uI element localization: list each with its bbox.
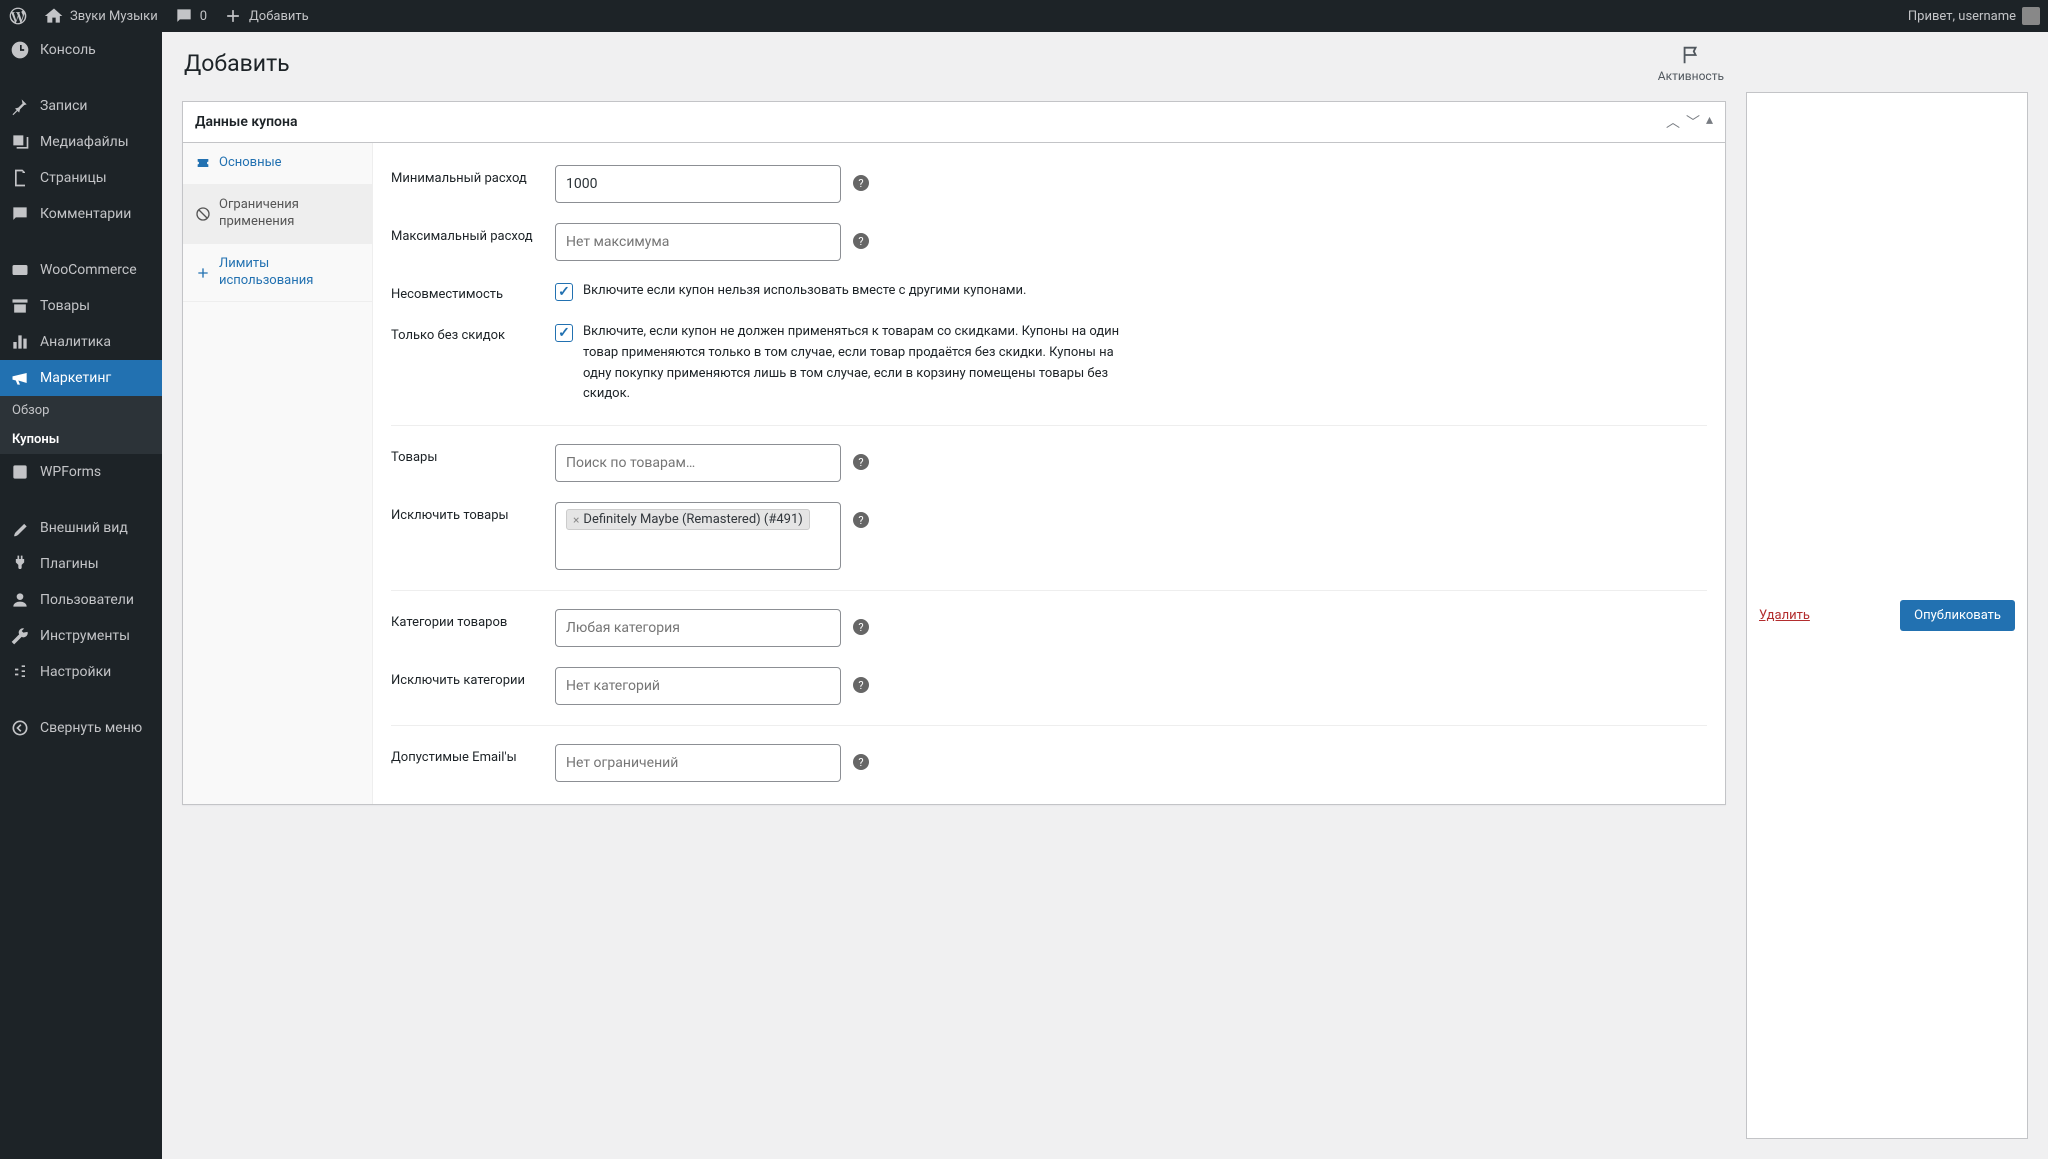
panel-down-icon[interactable]: ﹀	[1686, 112, 1700, 132]
panel-up-icon[interactable]: ︿	[1666, 112, 1680, 132]
user-greeting[interactable]: Привет, username	[1908, 7, 2040, 25]
exclude-products-label: Исключить товары	[391, 502, 539, 523]
tab-limits[interactable]: Лимиты использования	[183, 244, 372, 303]
pin-icon	[10, 96, 30, 116]
emails-input[interactable]	[555, 744, 841, 782]
panel-title: Данные купона	[195, 114, 297, 130]
help-icon[interactable]: ?	[853, 175, 869, 191]
media-icon	[10, 132, 30, 152]
comments-link[interactable]: 0	[174, 6, 207, 26]
publish-box: Удалить Опубликовать	[1746, 92, 2028, 1139]
user-icon	[10, 590, 30, 610]
tag-remove-icon[interactable]: ×	[573, 513, 579, 527]
product-tag: × Definitely Maybe (Remastered) (#491)	[566, 509, 810, 530]
home-icon	[44, 6, 64, 26]
sale-only-checkbox[interactable]	[555, 324, 573, 342]
incompat-text: Включите если купон нельзя использовать …	[583, 281, 1027, 302]
admin-toolbar: Звуки Музыки 0 Добавить Привет, username	[0, 0, 2048, 32]
chart-icon	[10, 332, 30, 352]
sidebar-collapse[interactable]: Свернуть меню	[0, 710, 162, 746]
sidebar-posts[interactable]: Записи	[0, 88, 162, 124]
comments-count: 0	[200, 9, 207, 24]
max-spend-input[interactable]	[555, 223, 841, 261]
site-home[interactable]: Звуки Музыки	[44, 6, 158, 26]
greeting-text: Привет, username	[1908, 9, 2016, 24]
sidebar-users[interactable]: Пользователи	[0, 582, 162, 618]
exclude-products-select[interactable]: × Definitely Maybe (Remastered) (#491)	[555, 502, 841, 570]
help-icon[interactable]: ?	[853, 677, 869, 693]
sidebar-appearance[interactable]: Внешний вид	[0, 510, 162, 546]
comment-icon	[10, 204, 30, 224]
min-spend-label: Минимальный расход	[391, 165, 539, 186]
sidebar-products[interactable]: Товары	[0, 288, 162, 324]
sidebar-woocommerce[interactable]: WooCommerce	[0, 252, 162, 288]
tab-general[interactable]: Основные	[183, 143, 372, 185]
sale-only-text: Включите, если купон не должен применять…	[583, 322, 1143, 405]
activity-button[interactable]: Активность	[1658, 44, 1724, 83]
settings-icon	[10, 662, 30, 682]
sidebar-analytics[interactable]: Аналитика	[0, 324, 162, 360]
incompat-label: Несовместимость	[391, 281, 539, 302]
add-new-label: Добавить	[249, 9, 309, 24]
sidebar-tools[interactable]: Инструменты	[0, 618, 162, 654]
panel-toggle-icon[interactable]: ▴	[1706, 112, 1713, 132]
sidebar-wpforms[interactable]: WPForms	[0, 454, 162, 490]
publish-button[interactable]: Опубликовать	[1900, 600, 2015, 631]
categories-select[interactable]: Любая категория	[555, 609, 841, 647]
exclude-categories-select[interactable]: Нет категорий	[555, 667, 841, 705]
page-icon	[10, 168, 30, 188]
wrench-icon	[10, 626, 30, 646]
megaphone-icon	[10, 368, 30, 388]
incompat-checkbox[interactable]	[555, 283, 573, 301]
help-icon[interactable]: ?	[853, 233, 869, 249]
woo-icon	[10, 260, 30, 280]
add-new[interactable]: Добавить	[223, 6, 309, 26]
sidebar-marketing-coupons[interactable]: Купоны	[0, 425, 162, 454]
wp-logo[interactable]	[8, 6, 28, 26]
wordpress-icon	[8, 6, 28, 26]
avatar	[2022, 7, 2040, 25]
sale-only-label: Только без скидок	[391, 322, 539, 343]
exclude-categories-label: Исключить категории	[391, 667, 539, 688]
sidebar-settings[interactable]: Настройки	[0, 654, 162, 690]
plugin-icon	[10, 554, 30, 574]
block-icon	[195, 206, 211, 222]
min-spend-input[interactable]	[555, 165, 841, 203]
sidebar-comments[interactable]: Комментарии	[0, 196, 162, 232]
dashboard-icon	[10, 40, 30, 60]
coupon-data-panel: Данные купона ︿ ﹀ ▴ Основные	[182, 101, 1726, 805]
categories-label: Категории товаров	[391, 609, 539, 630]
sidebar-media[interactable]: Медиафайлы	[0, 124, 162, 160]
help-icon[interactable]: ?	[853, 619, 869, 635]
help-icon[interactable]: ?	[853, 454, 869, 470]
sidebar-marketing[interactable]: Маркетинг	[0, 360, 162, 396]
admin-sidebar: Консоль Записи Медиафайлы Страницы Комме…	[0, 32, 162, 1159]
comment-icon	[174, 6, 194, 26]
sidebar-plugins[interactable]: Плагины	[0, 546, 162, 582]
delete-link[interactable]: Удалить	[1759, 608, 1810, 623]
page-title: Добавить	[184, 50, 290, 77]
sidebar-pages[interactable]: Страницы	[0, 160, 162, 196]
form-icon	[10, 462, 30, 482]
products-label: Товары	[391, 444, 539, 465]
flag-icon	[1680, 44, 1702, 66]
brush-icon	[10, 518, 30, 538]
site-name: Звуки Музыки	[70, 9, 158, 24]
sidebar-console[interactable]: Консоль	[0, 32, 162, 68]
ticket-icon	[195, 155, 211, 171]
tab-restrictions[interactable]: Ограничения применения	[183, 185, 372, 244]
products-input[interactable]	[555, 444, 841, 482]
sidebar-marketing-overview[interactable]: Обзор	[0, 396, 162, 425]
emails-label: Допустимые Email'ы	[391, 744, 539, 765]
help-icon[interactable]: ?	[853, 754, 869, 770]
help-icon[interactable]: ?	[853, 512, 869, 528]
max-spend-label: Максимальный расход	[391, 223, 539, 244]
collapse-icon	[10, 718, 30, 738]
plus-icon	[223, 6, 243, 26]
archive-icon	[10, 296, 30, 316]
limits-icon	[195, 265, 211, 281]
